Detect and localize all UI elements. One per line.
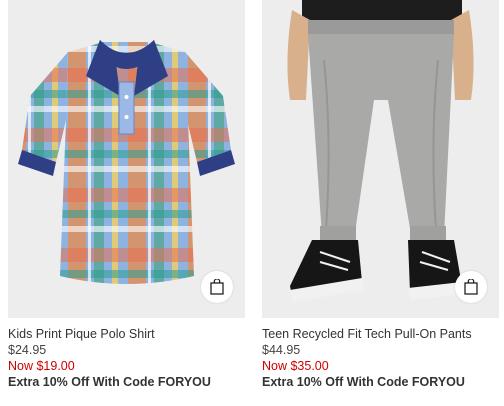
original-price: $24.95: [8, 343, 47, 357]
promo-text: Extra 10% Off With Code FORYOU: [8, 375, 211, 389]
product-card[interactable]: Kids Print Pique Polo Shirt $24.95 Now $…: [8, 0, 245, 390]
product-image-polo-shirt[interactable]: [8, 0, 245, 318]
sale-price: Now $35.00: [262, 359, 329, 373]
original-price: $44.95: [262, 343, 301, 357]
product-name[interactable]: Teen Recycled Fit Tech Pull-On Pants: [262, 326, 499, 342]
shopping-bag-icon: [464, 279, 478, 295]
product-image-pull-on-pants[interactable]: [262, 0, 499, 318]
polo-shirt-photo: [18, 40, 235, 284]
shopping-bag-icon: [210, 279, 224, 295]
add-to-bag-button[interactable]: [455, 271, 487, 303]
promo-text: Extra 10% Off With Code FORYOU: [262, 375, 465, 389]
product-name[interactable]: Kids Print Pique Polo Shirt: [8, 326, 245, 342]
sale-price: Now $19.00: [8, 359, 75, 373]
add-to-bag-button[interactable]: [201, 271, 233, 303]
pants-photo: [287, 0, 474, 302]
product-card[interactable]: Teen Recycled Fit Tech Pull-On Pants $44…: [262, 0, 499, 390]
